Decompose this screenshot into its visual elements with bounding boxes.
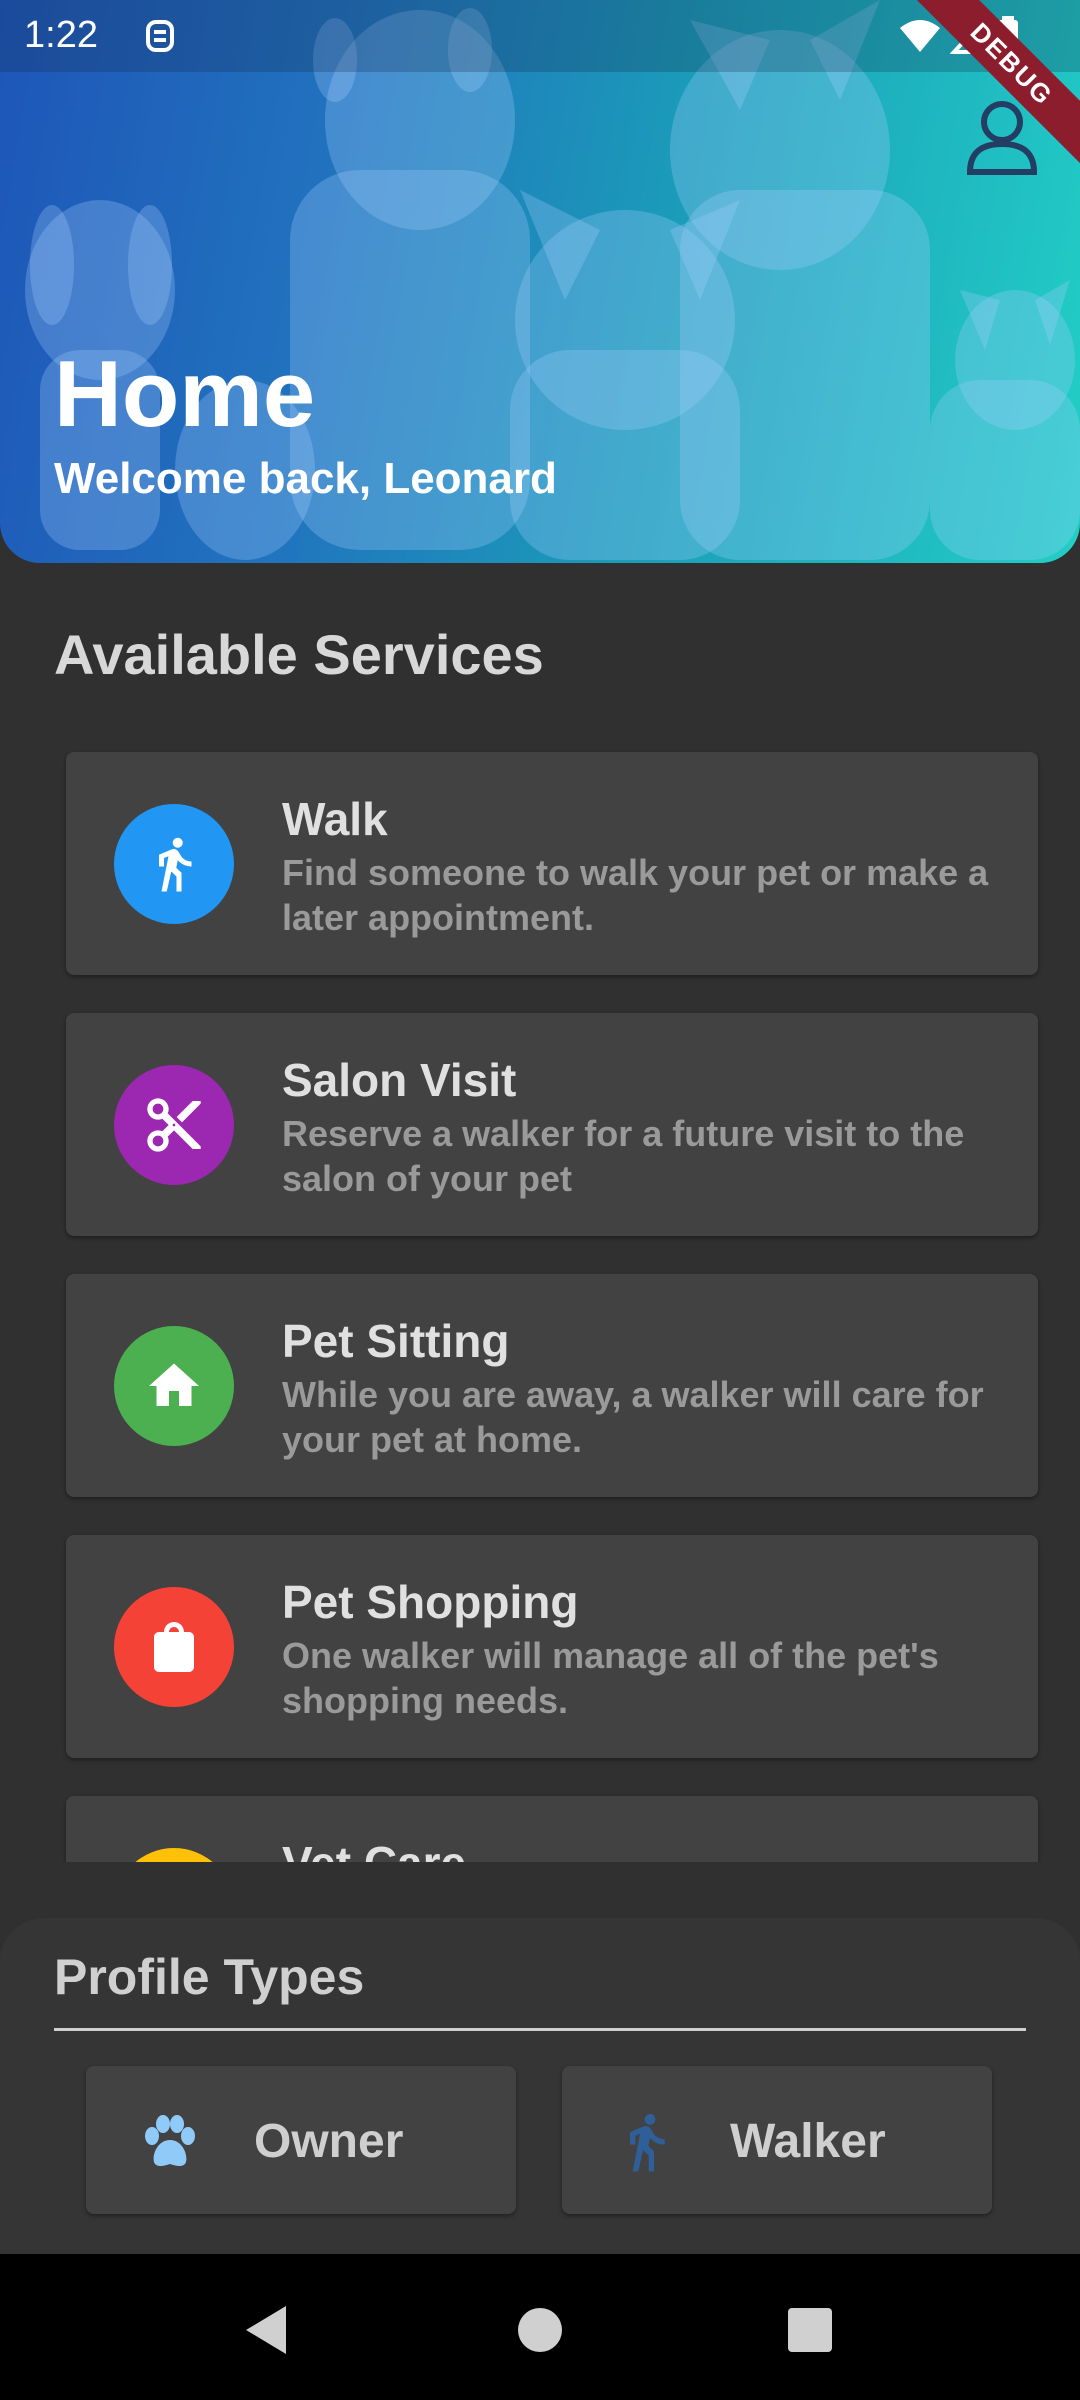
status-time: 1:22: [24, 14, 98, 56]
services-list[interactable]: Walk Find someone to walk your pet or ma…: [0, 720, 1080, 1862]
profile-icon[interactable]: [960, 92, 1044, 176]
service-name: Salon Visit: [282, 1054, 517, 1106]
home-icon: [114, 1326, 234, 1446]
walk-icon: [114, 804, 234, 924]
header-banner: 1:22 DEBUG Home Welcome back, Leonard: [0, 0, 1080, 563]
profile-type-walker-button[interactable]: Walker: [562, 2066, 992, 2214]
service-name: Walk: [282, 793, 388, 845]
service-description: Reserve a walker for a future visit to t…: [282, 1113, 965, 1199]
service-name: Pet Sitting: [282, 1315, 510, 1367]
profile-types-panel: Profile Types Owner Walker: [0, 1918, 1080, 2254]
wifi-icon: [900, 20, 940, 52]
recents-icon[interactable]: [780, 2300, 840, 2360]
divider: [54, 2028, 1026, 2031]
service-card-pet-shopping[interactable]: Pet Shopping One walker will manage all …: [66, 1535, 1038, 1758]
vet-icon: [114, 1848, 234, 1862]
service-card-vet-care[interactable]: Vet Care: [66, 1796, 1038, 1862]
service-description: One walker will manage all of the pet's …: [282, 1635, 939, 1721]
status-bar: 1:22: [0, 0, 1080, 72]
profile-type-label: Owner: [254, 2115, 404, 2168]
shopping-bag-icon: [114, 1587, 234, 1707]
back-icon[interactable]: [238, 2300, 298, 2360]
service-description: While you are away, a walker will care f…: [282, 1374, 984, 1460]
service-name: Vet Care: [282, 1836, 466, 1862]
service-card-salon-visit[interactable]: Salon Visit Reserve a walker for a futur…: [66, 1013, 1038, 1236]
walk-icon: [630, 2114, 665, 2172]
services-section-title: Available Services: [54, 623, 544, 686]
service-card-pet-sitting[interactable]: Pet Sitting While you are away, a walker…: [66, 1274, 1038, 1497]
welcome-message: Welcome back, Leonard: [54, 454, 557, 503]
service-description: Find someone to walk your pet or make a …: [282, 852, 989, 938]
profile-types-title: Profile Types: [54, 1949, 365, 2005]
notification-icon: [146, 20, 174, 52]
page-title: Home: [54, 341, 316, 446]
home-nav-icon[interactable]: [510, 2300, 570, 2360]
system-navigation-bar: [0, 2254, 1080, 2400]
paw-icon: [145, 2115, 195, 2166]
profile-type-owner-button[interactable]: Owner: [86, 2066, 516, 2214]
scissors-icon: [114, 1065, 234, 1185]
profile-type-label: Walker: [730, 2115, 886, 2168]
service-card-walk[interactable]: Walk Find someone to walk your pet or ma…: [66, 752, 1038, 975]
service-name: Pet Shopping: [282, 1576, 579, 1628]
